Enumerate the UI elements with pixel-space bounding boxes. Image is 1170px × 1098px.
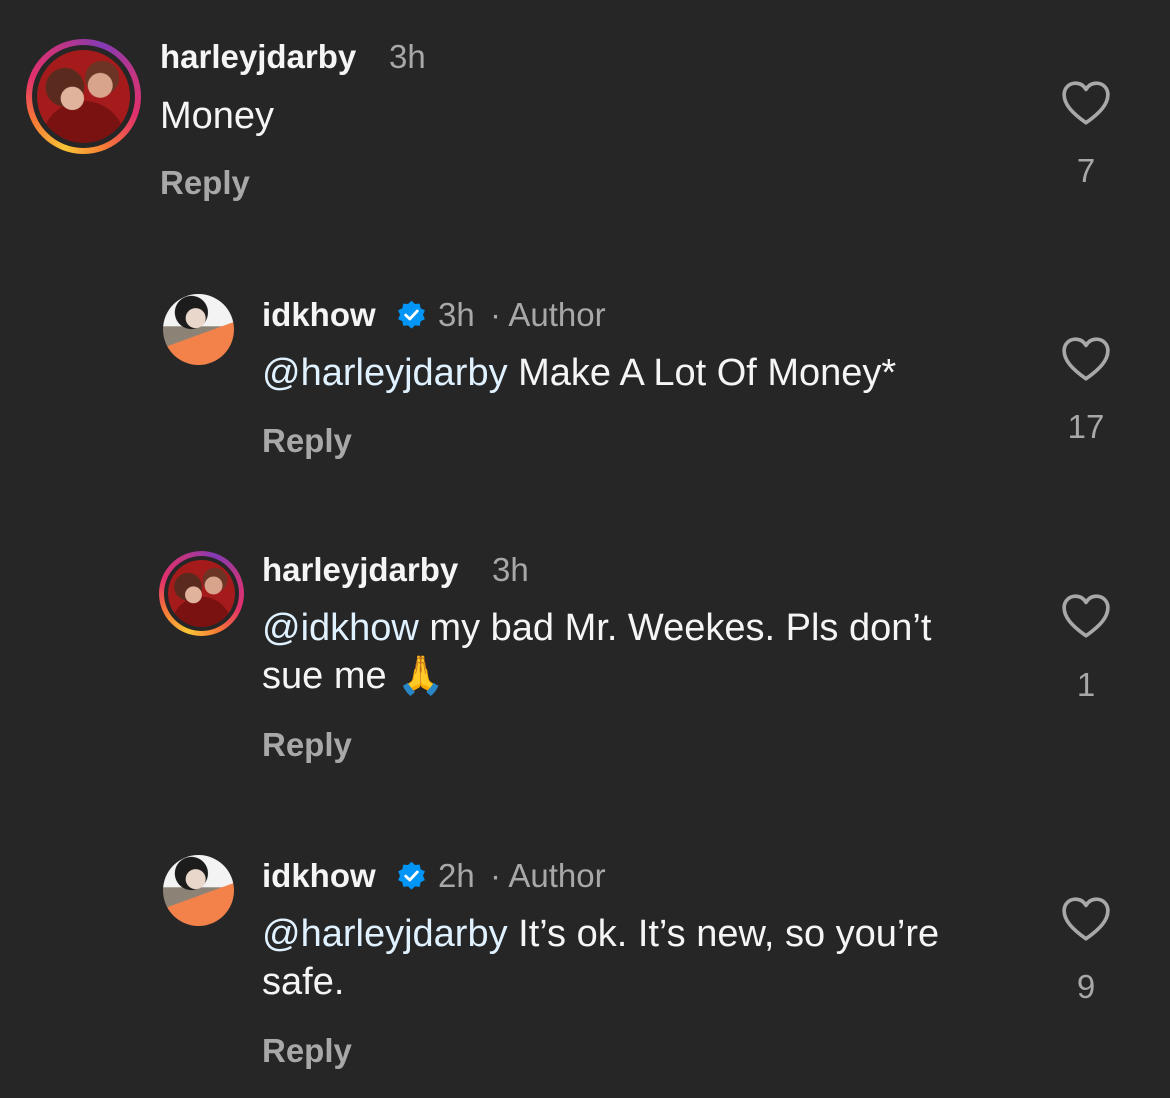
comment-timestamp: 3h: [438, 296, 475, 333]
heart-outline-icon[interactable]: [1061, 80, 1111, 126]
mention-link[interactable]: @idkhow: [262, 607, 419, 649]
reply-button[interactable]: Reply: [160, 164, 250, 202]
mention-link[interactable]: @harleyjdarby: [262, 913, 508, 955]
comment-username[interactable]: harleyjdarby: [262, 551, 458, 589]
like-count: 17: [1067, 408, 1105, 445]
like-count: 7: [1076, 152, 1096, 189]
avatar[interactable]: [37, 50, 130, 143]
comment-1: harleyjdarby 3h Money Reply 7: [0, 0, 1170, 230]
comment-text: @harleyjdarby It’s ok. It’s new, so you’…: [262, 910, 952, 1006]
avatar[interactable]: [163, 855, 234, 926]
reply-button[interactable]: Reply: [262, 726, 352, 764]
comment-text: @harleyjdarby Make A Lot Of Money*: [262, 349, 1022, 397]
comment-timestamp: 3h: [389, 38, 426, 75]
reply-button[interactable]: Reply: [262, 422, 352, 460]
comment-username[interactable]: harleyjdarby: [160, 38, 356, 76]
heart-outline-icon[interactable]: [1061, 336, 1111, 382]
comment-timestamp: 2h: [438, 857, 475, 894]
comment-timestamp: 3h: [492, 551, 529, 588]
avatar[interactable]: [168, 560, 235, 627]
comment-username[interactable]: idkhow: [262, 296, 376, 334]
heart-outline-icon[interactable]: [1061, 896, 1111, 942]
mention-link[interactable]: @harleyjdarby: [262, 352, 508, 394]
comment-text: Money: [160, 92, 1020, 140]
reply-button[interactable]: Reply: [262, 1032, 352, 1070]
comment-2: idkhow 3h · Author @harleyjdarby Make A …: [0, 230, 1170, 490]
avatar[interactable]: [163, 294, 234, 365]
like-count: 1: [1076, 666, 1096, 703]
verified-badge-icon: [398, 300, 425, 329]
heart-outline-icon[interactable]: [1061, 593, 1111, 639]
comment-body: Money: [160, 95, 275, 137]
comment-4: idkhow 2h · Author @harleyjdarby It’s ok…: [0, 796, 1170, 1098]
author-label: · Author: [490, 296, 606, 333]
author-label: · Author: [490, 857, 606, 894]
comment-3: harleyjdarby 3h @idkhow my bad Mr. Weeke…: [0, 490, 1170, 796]
comment-body: Make A Lot Of Money*: [507, 352, 897, 394]
verified-badge-icon: [398, 861, 425, 890]
comment-username[interactable]: idkhow: [262, 857, 376, 895]
comment-text: @idkhow my bad Mr. Weekes. Pls don’t sue…: [262, 604, 952, 700]
like-count: 9: [1076, 968, 1096, 1005]
